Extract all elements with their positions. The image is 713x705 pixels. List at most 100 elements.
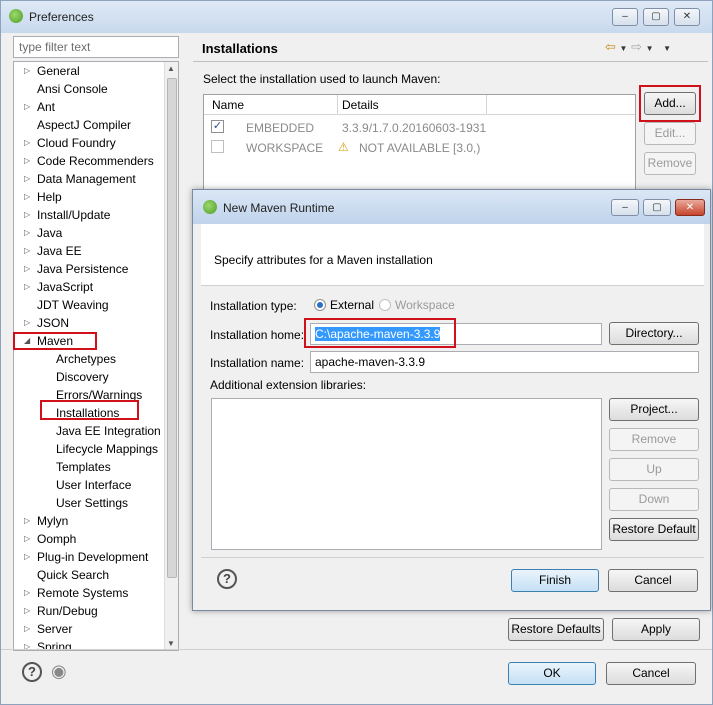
maximize-button[interactable]: ▢ — [643, 8, 669, 26]
collapsed-arrow-icon[interactable]: ▷ — [24, 134, 32, 152]
view-menu-icon[interactable]: ▼ — [663, 44, 671, 53]
ok-button[interactable]: OK — [508, 662, 596, 685]
collapsed-arrow-icon[interactable]: ▷ — [24, 530, 32, 548]
collapsed-arrow-icon[interactable]: ▷ — [24, 98, 32, 116]
help-icon[interactable]: ? — [22, 662, 42, 682]
dialog-help-icon[interactable]: ? — [217, 569, 237, 589]
tree-item[interactable]: AspectJ Compiler — [37, 116, 131, 134]
tree-item[interactable]: ▷ General — [24, 62, 80, 80]
tree-item[interactable]: Ansi Console — [37, 80, 108, 98]
external-radio-label: External — [330, 298, 375, 312]
tree-item[interactable]: Java EE Integration — [56, 422, 161, 440]
tree-item[interactable]: ▷ Ant — [24, 98, 55, 116]
tree-item[interactable]: ▷ Cloud Foundry — [24, 134, 116, 152]
collapsed-arrow-icon[interactable]: ▷ — [24, 620, 32, 638]
collapsed-arrow-icon[interactable]: ▷ — [24, 512, 32, 530]
collapsed-arrow-icon[interactable]: ▷ — [24, 584, 32, 602]
collapsed-arrow-icon[interactable]: ▷ — [24, 152, 32, 170]
row-checkbox[interactable] — [211, 140, 224, 153]
scroll-thumb[interactable] — [167, 78, 177, 578]
collapsed-arrow-icon[interactable]: ▷ — [24, 170, 32, 188]
tree-item[interactable]: ▷ Oomph — [24, 530, 76, 548]
dialog-close-button[interactable]: ✕ — [675, 199, 705, 216]
dialog-minimize-button[interactable]: ‒ — [611, 199, 639, 216]
tree-item[interactable]: ▷ Java Persistence — [24, 260, 128, 278]
tree-item[interactable]: ▷ Code Recommenders — [24, 152, 154, 170]
column-details-header[interactable]: Details — [342, 98, 379, 112]
filter-input[interactable]: type filter text — [13, 36, 179, 58]
tree-item[interactable]: ▷ Java — [24, 224, 62, 242]
collapsed-arrow-icon[interactable]: ▷ — [24, 62, 32, 80]
close-button[interactable]: ✕ — [674, 8, 700, 26]
workspace-radio[interactable]: Workspace — [379, 298, 455, 312]
tree-item[interactable]: ▷ Mylyn — [24, 512, 68, 530]
tree-scrollbar[interactable]: ▲ ▼ — [164, 62, 178, 650]
restore-defaults-button[interactable]: Restore Defaults — [508, 618, 604, 641]
dialog-remove-button[interactable]: Remove — [609, 428, 699, 451]
tree-item-label: JDT Weaving — [37, 298, 109, 312]
tree-item[interactable]: Quick Search — [37, 566, 109, 584]
scroll-up-icon[interactable]: ▲ — [167, 64, 175, 73]
tree-item[interactable]: ▷ Run/Debug — [24, 602, 98, 620]
column-name-header[interactable]: Name — [212, 98, 244, 112]
tree-item[interactable]: Lifecycle Mappings — [56, 440, 158, 458]
external-radio-icon[interactable] — [314, 299, 326, 311]
dialog-cancel-button[interactable]: Cancel — [608, 569, 698, 592]
external-radio[interactable]: External — [314, 298, 374, 312]
tree-item[interactable]: User Interface — [56, 476, 131, 494]
tree-item-label: Remote Systems — [37, 586, 129, 600]
extension-libraries-list[interactable] — [211, 398, 602, 550]
finish-button[interactable]: Finish — [511, 569, 599, 592]
row-checkbox[interactable]: ✓ — [211, 120, 224, 133]
restore-default-button[interactable]: Restore Default — [609, 518, 699, 541]
installations-table[interactable]: Name Details ✓ EMBEDDED 3.3.9/1.7.0.2016… — [203, 94, 636, 194]
collapsed-arrow-icon[interactable]: ▷ — [24, 188, 32, 206]
tree-item[interactable]: ▷ Install/Update — [24, 206, 110, 224]
collapsed-arrow-icon[interactable]: ▷ — [24, 206, 32, 224]
tree-item[interactable]: ▷ Server — [24, 620, 72, 638]
collapsed-arrow-icon[interactable]: ▷ — [24, 602, 32, 620]
tree-item[interactable]: Discovery — [56, 368, 109, 386]
down-button[interactable]: Down — [609, 488, 699, 511]
tree-item[interactable]: User Settings — [56, 494, 128, 512]
tree-item[interactable]: Templates — [56, 458, 111, 476]
minimize-button[interactable]: ‒ — [612, 8, 638, 26]
tree-item[interactable]: ▷ JavaScript — [24, 278, 93, 296]
project-button[interactable]: Project... — [609, 398, 699, 421]
remove-button[interactable]: Remove — [644, 152, 696, 175]
collapsed-arrow-icon[interactable]: ▷ — [24, 314, 32, 332]
tree-item[interactable]: ▷ Help — [24, 188, 62, 206]
record-icon[interactable]: ◉ — [51, 661, 67, 682]
edit-button[interactable]: Edit... — [644, 122, 696, 145]
preferences-tree[interactable]: ▲ ▼ ▷ General Ansi Console ▷ Ant AspectJ Comp… — [13, 61, 179, 651]
tree-item[interactable]: ▷ Java EE — [24, 242, 82, 260]
scroll-down-icon[interactable]: ▼ — [167, 639, 175, 648]
directory-button[interactable]: Directory... — [609, 322, 699, 345]
table-row[interactable]: WORKSPACE ⚠ NOT AVAILABLE [3.0,) — [204, 137, 635, 157]
cancel-button[interactable]: Cancel — [606, 662, 696, 685]
collapsed-arrow-icon[interactable]: ▷ — [24, 278, 32, 296]
tree-item[interactable]: ▷ JSON — [24, 314, 69, 332]
tree-item[interactable]: ▷ Data Management — [24, 170, 136, 188]
collapsed-arrow-icon[interactable]: ▷ — [24, 548, 32, 566]
up-button[interactable]: Up — [609, 458, 699, 481]
back-arrow-icon[interactable]: ⇦ — [605, 39, 616, 54]
tree-item[interactable]: ▷ Plug-in Development — [24, 548, 148, 566]
highlight-installations — [40, 400, 139, 420]
installation-name-label: Installation name: — [210, 356, 305, 370]
forward-arrow-icon[interactable]: ⇨ — [631, 39, 642, 54]
tree-item[interactable]: Archetypes — [56, 350, 116, 368]
workspace-radio-icon[interactable] — [379, 299, 391, 311]
forward-dropdown-icon[interactable]: ▼ — [646, 44, 654, 53]
collapsed-arrow-icon[interactable]: ▷ — [24, 260, 32, 278]
tree-item-label: Java EE Integration — [56, 424, 161, 438]
apply-button[interactable]: Apply — [612, 618, 700, 641]
collapsed-arrow-icon[interactable]: ▷ — [24, 224, 32, 242]
collapsed-arrow-icon[interactable]: ▷ — [24, 242, 32, 260]
back-dropdown-icon[interactable]: ▼ — [620, 44, 628, 53]
tree-item[interactable]: ▷ Remote Systems — [24, 584, 129, 602]
table-row[interactable]: ✓ EMBEDDED 3.3.9/1.7.0.20160603-1931 — [204, 117, 635, 137]
tree-item[interactable]: JDT Weaving — [37, 296, 109, 314]
installation-name-field[interactable]: apache-maven-3.3.9 — [310, 351, 699, 373]
dialog-maximize-button[interactable]: ▢ — [643, 199, 671, 216]
